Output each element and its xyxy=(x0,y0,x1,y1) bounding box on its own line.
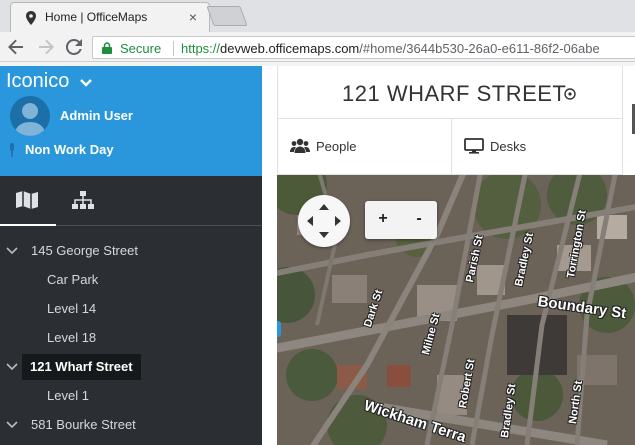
chevron-down-icon[interactable] xyxy=(6,363,18,371)
app-root: Iconico Admin User Non Work Day 145 Geor… xyxy=(0,66,635,445)
sitemap-icon xyxy=(72,191,94,209)
move-arrows-icon xyxy=(307,204,341,238)
close-icon[interactable]: × xyxy=(189,9,197,25)
browser-tabstrip: Home | OfficeMaps × xyxy=(0,0,635,32)
reload-icon[interactable] xyxy=(64,37,84,57)
tree-item-label: 145 George Street xyxy=(31,243,138,258)
tree-item-building[interactable]: 145 George Street xyxy=(0,238,262,264)
tree-item-label: Car Park xyxy=(47,272,99,287)
user-silhouette-icon xyxy=(14,103,46,136)
page-title: 121 WHARF STREET xyxy=(342,81,567,106)
chevron-down-icon[interactable] xyxy=(6,247,18,255)
status-pin-icon xyxy=(10,143,14,157)
secure-label: Secure xyxy=(120,41,162,56)
tab-people-label: People xyxy=(316,139,357,154)
tab-map-view[interactable] xyxy=(0,176,56,226)
url-host: devweb.officemaps.com xyxy=(220,41,360,56)
forward-arrow-icon[interactable] xyxy=(36,37,56,57)
view-tabs: People Desks xyxy=(277,119,623,175)
people-icon xyxy=(290,138,310,153)
main-panel: 121 WHARF STREET People Desks + - Bounda… xyxy=(262,66,635,445)
tree-item-floor[interactable]: Level 1 xyxy=(0,383,262,409)
tree-item-building[interactable]: 581 Bourke Street xyxy=(0,412,262,438)
lock-icon xyxy=(102,42,112,54)
address-bar-divider xyxy=(173,41,174,56)
url-text: https://devweb.officemaps.com/#home/3644… xyxy=(181,41,600,56)
browser-toolbar: Secure https://devweb.officemaps.com/#ho… xyxy=(0,32,635,62)
username: Admin User xyxy=(60,108,133,123)
zoom-out-button[interactable]: - xyxy=(401,201,437,239)
address-bar[interactable]: Secure https://devweb.officemaps.com/#ho… xyxy=(92,36,635,59)
chevron-down-icon[interactable] xyxy=(80,78,92,88)
clock-icon[interactable] xyxy=(564,88,576,100)
tree-item-label: Level 1 xyxy=(47,388,89,403)
building-header: 121 WHARF STREET xyxy=(277,66,623,119)
zoom-control: + - xyxy=(365,201,437,239)
avatar[interactable] xyxy=(10,96,50,136)
url-scheme: https:// xyxy=(181,41,221,56)
org-name[interactable]: Iconico xyxy=(6,70,69,93)
sidebar-header: Iconico Admin User Non Work Day xyxy=(0,66,262,176)
pan-control[interactable] xyxy=(298,195,350,247)
map-pin-icon xyxy=(26,11,36,25)
new-tab-button[interactable] xyxy=(206,6,248,26)
tab-desks-label: Desks xyxy=(490,139,527,154)
zoom-in-button[interactable]: + xyxy=(365,201,401,239)
chevron-down-icon[interactable] xyxy=(6,421,18,429)
browser-tab-title: Home | OfficeMaps xyxy=(45,10,148,24)
tab-hierarchy-view[interactable] xyxy=(56,176,112,226)
map-edge-marker xyxy=(277,321,281,337)
url-path: /#home/3644b530-26a0-e611-86f2-06abe xyxy=(359,41,600,56)
tree-item-floor[interactable]: Car Park xyxy=(0,267,262,293)
work-status: Non Work Day xyxy=(25,142,114,157)
tab-people[interactable]: People xyxy=(278,119,452,175)
tree-item-floor[interactable]: Level 18 xyxy=(0,325,262,351)
tab-desks[interactable]: Desks xyxy=(452,119,624,175)
tree-item-label: Level 14 xyxy=(47,301,97,316)
monitor-icon xyxy=(464,138,484,154)
tree-item-label: 121 Wharf Street xyxy=(22,354,141,380)
tree-item-label: 581 Bourke Street xyxy=(31,417,136,432)
sidebar-tree: 145 George Street Car Park Level 14 Leve… xyxy=(0,176,262,445)
satellite-map[interactable]: + - Boundary St Wickham Terra Dark St Mi… xyxy=(277,175,635,445)
tree-item-floor[interactable]: Level 14 xyxy=(0,296,262,322)
tree-item-label: Level 18 xyxy=(47,330,97,345)
map-icon xyxy=(16,191,38,209)
browser-tab[interactable]: Home | OfficeMaps × xyxy=(10,2,210,32)
back-arrow-icon[interactable] xyxy=(6,37,26,57)
tree-item-building-selected[interactable]: 121 Wharf Street xyxy=(0,354,262,380)
tree-view-toolbar xyxy=(0,176,262,226)
